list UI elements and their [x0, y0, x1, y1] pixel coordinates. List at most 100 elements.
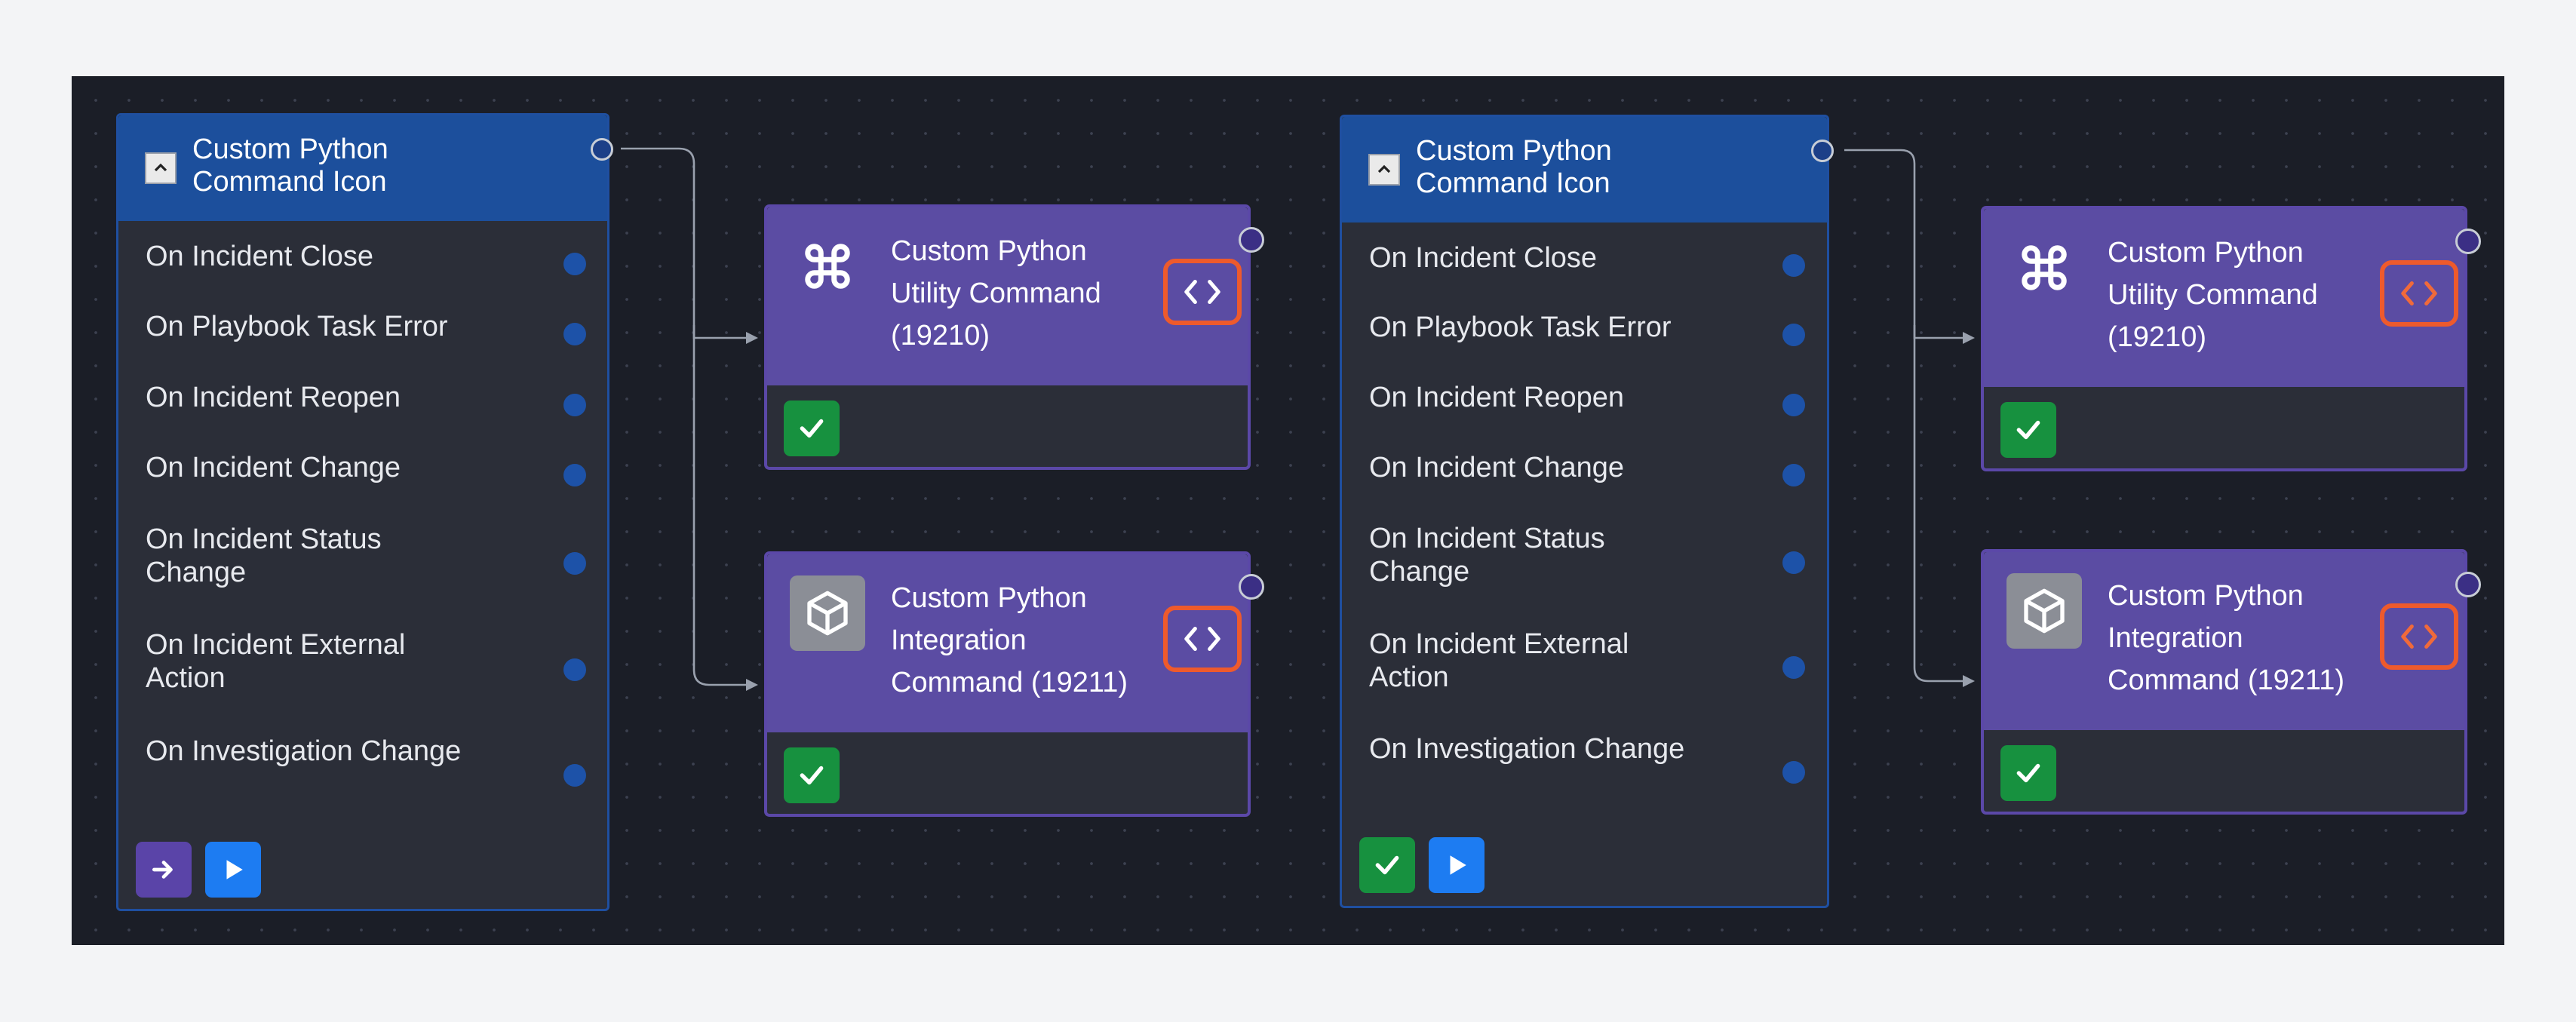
- command-node-header[interactable]: Custom Python Utility Command (19210): [767, 207, 1248, 385]
- status-success-button[interactable]: [1359, 837, 1415, 893]
- play-icon: [226, 860, 243, 879]
- connection-wire: [692, 325, 751, 686]
- event-item[interactable]: On Incident External Action: [146, 628, 568, 695]
- command-node-header[interactable]: Custom Python Utility Command (19210): [1984, 209, 2464, 387]
- event-item[interactable]: On Incident Close: [1369, 241, 1792, 275]
- view-code-button[interactable]: [2380, 603, 2458, 670]
- command-node[interactable]: Custom Python Utility Command (19210): [764, 204, 1264, 470]
- event-port[interactable]: [563, 464, 586, 486]
- code-icon: [1184, 626, 1220, 652]
- event-port[interactable]: [563, 323, 586, 345]
- event-port[interactable]: [563, 253, 586, 275]
- view-code-button[interactable]: [1163, 606, 1242, 672]
- event-label: On Playbook Task Error: [1369, 312, 1672, 343]
- command-type-badge: [2006, 573, 2082, 649]
- event-port[interactable]: [1782, 464, 1805, 486]
- trigger-node-title: Custom Python Command Icon: [1416, 135, 1612, 199]
- command-key-icon: [805, 244, 850, 289]
- arrowhead: [746, 332, 758, 344]
- event-label: On Incident Reopen: [1369, 382, 1625, 413]
- command-node-header[interactable]: Custom Python Integration Command (19211…: [1984, 552, 2464, 730]
- collapse-button[interactable]: [145, 152, 177, 184]
- output-port[interactable]: [2455, 229, 2481, 254]
- chevron-up-icon: [1377, 164, 1391, 173]
- command-node[interactable]: Custom Python Utility Command (19210): [1981, 206, 2481, 471]
- event-item[interactable]: On Investigation Change: [146, 735, 568, 768]
- output-port[interactable]: [591, 138, 613, 161]
- view-code-button[interactable]: [2380, 260, 2458, 327]
- event-item[interactable]: On Playbook Task Error: [1369, 311, 1792, 344]
- status-success-button[interactable]: [784, 401, 840, 456]
- event-item[interactable]: On Incident Status Change: [1369, 522, 1792, 588]
- event-port[interactable]: [1782, 254, 1805, 277]
- trigger-node[interactable]: Custom Python Command Icon On Incident C…: [116, 113, 613, 911]
- event-label: On Incident External Action: [146, 629, 406, 694]
- cube-icon: [807, 591, 848, 636]
- event-item[interactable]: On Incident Change: [1369, 451, 1792, 484]
- event-label: On Incident External Action: [1369, 628, 1629, 693]
- event-port[interactable]: [563, 552, 586, 575]
- event-port[interactable]: [1782, 761, 1805, 784]
- code-icon: [2401, 281, 2437, 306]
- command-node-header[interactable]: Custom Python Integration Command (19211…: [767, 554, 1248, 732]
- command-node-title: Custom Python Utility Command (19210): [2108, 237, 2318, 353]
- connection-wire: [1913, 325, 1967, 683]
- check-icon: [2016, 763, 2040, 783]
- event-label: On Investigation Change: [1369, 733, 1685, 765]
- command-type-badge: [790, 229, 865, 304]
- event-label: On Incident Close: [146, 241, 374, 272]
- page: Custom Python Command Icon On Incident C…: [0, 0, 2576, 1022]
- command-type-badge: [790, 575, 865, 651]
- connection-wire: [621, 147, 751, 339]
- run-button[interactable]: [1429, 837, 1485, 893]
- output-port[interactable]: [1239, 227, 1264, 253]
- event-item[interactable]: On Incident Reopen: [1369, 381, 1792, 414]
- arrowhead: [1963, 332, 1975, 344]
- event-port[interactable]: [1782, 394, 1805, 416]
- run-button[interactable]: [205, 842, 261, 898]
- check-icon: [800, 766, 824, 785]
- check-icon: [800, 419, 824, 438]
- event-item[interactable]: On Playbook Task Error: [146, 310, 568, 343]
- status-success-button[interactable]: [2000, 745, 2056, 801]
- view-code-button[interactable]: [1163, 259, 1242, 325]
- trigger-node-header[interactable]: Custom Python Command Icon: [118, 115, 607, 221]
- status-success-button[interactable]: [784, 747, 840, 803]
- command-node-title: Custom Python Integration Command (19211…: [2108, 580, 2345, 696]
- event-port[interactable]: [563, 764, 586, 787]
- next-step-button[interactable]: [136, 842, 192, 898]
- event-label: On Playbook Task Error: [146, 311, 448, 342]
- event-label: On Investigation Change: [146, 735, 462, 767]
- code-icon: [1184, 279, 1220, 305]
- event-port[interactable]: [1782, 551, 1805, 574]
- event-port[interactable]: [563, 394, 586, 416]
- output-port[interactable]: [2455, 572, 2481, 597]
- check-icon: [1375, 855, 1399, 875]
- playbook-canvas[interactable]: Custom Python Command Icon On Incident C…: [72, 76, 2504, 945]
- event-port[interactable]: [1782, 656, 1805, 679]
- output-port[interactable]: [1811, 140, 1834, 162]
- event-item[interactable]: On Incident External Action: [1369, 628, 1792, 694]
- output-port[interactable]: [1239, 574, 1264, 600]
- trigger-node[interactable]: Custom Python Command Icon On Incident C…: [1340, 115, 1834, 908]
- status-success-button[interactable]: [2000, 402, 2056, 458]
- check-icon: [2016, 420, 2040, 440]
- event-item[interactable]: On Investigation Change: [1369, 732, 1792, 766]
- chevron-up-icon: [154, 163, 167, 172]
- command-node[interactable]: Custom Python Integration Command (19211…: [764, 551, 1264, 817]
- event-item[interactable]: On Incident Status Change: [146, 523, 568, 589]
- event-port[interactable]: [1782, 324, 1805, 346]
- event-item[interactable]: On Incident Change: [146, 451, 568, 484]
- trigger-node-header[interactable]: Custom Python Command Icon: [1342, 117, 1827, 223]
- event-label: On Incident Status Change: [1369, 523, 1605, 588]
- event-item[interactable]: On Incident Reopen: [146, 381, 568, 414]
- collapse-button[interactable]: [1368, 154, 1400, 186]
- command-node-title: Custom Python Integration Command (19211…: [891, 582, 1128, 698]
- event-label: On Incident Close: [1369, 242, 1598, 274]
- event-label: On Incident Status Change: [146, 523, 382, 588]
- command-node[interactable]: Custom Python Integration Command (19211…: [1981, 549, 2481, 815]
- event-port[interactable]: [563, 658, 586, 681]
- command-type-badge: [2006, 230, 2082, 305]
- arrowhead: [1963, 675, 1975, 687]
- event-item[interactable]: On Incident Close: [146, 240, 568, 273]
